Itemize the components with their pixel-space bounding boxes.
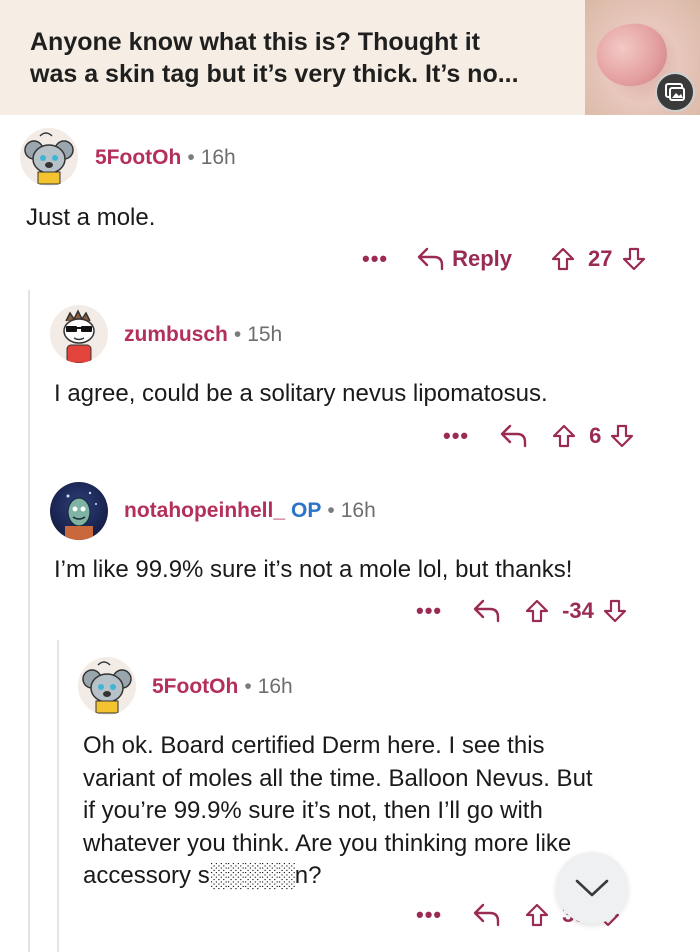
image-icon xyxy=(655,72,695,112)
upvote-arrow-icon xyxy=(553,424,576,448)
upvote-button[interactable] xyxy=(550,246,576,272)
comment-actions: ••• 6 xyxy=(443,419,635,453)
comment-body-line: Oh ok. Board certified Derm here. I see … xyxy=(83,732,545,759)
username[interactable]: 5FootOh xyxy=(152,675,238,698)
post-title-line-2: was a skin tag but it’s very thick. It’s… xyxy=(30,60,519,88)
reply-arrow-icon xyxy=(473,903,500,927)
reply-button[interactable]: Reply xyxy=(416,246,512,272)
vote-score: -34 xyxy=(562,598,594,623)
scroll-next-button[interactable] xyxy=(556,852,628,924)
comment-body: I agree, could be a solitary nevus lipom… xyxy=(54,380,548,407)
post-title-line-1: Anyone know what this is? Thought it xyxy=(30,28,480,56)
downvote-arrow-icon xyxy=(622,247,645,271)
comment-body: I’m like 99.9% sure it’s not a mole lol,… xyxy=(54,556,573,583)
timestamp: 16h xyxy=(257,675,293,698)
op-badge: OP xyxy=(291,499,322,522)
comment-body-line: variant of moles all the time. Balloon N… xyxy=(83,764,593,792)
comment-meta: notahopeinhell_ OP • 16h xyxy=(124,498,376,524)
downvote-arrow-icon xyxy=(603,599,627,623)
reply-label: Reply xyxy=(452,246,513,271)
upvote-arrow-icon xyxy=(526,599,549,623)
thread-line[interactable] xyxy=(57,640,59,952)
reply-button[interactable] xyxy=(499,423,529,449)
upvote-arrow-icon xyxy=(551,247,575,271)
post-thumbnail[interactable] xyxy=(585,0,700,115)
comment-meta: zumbusch • 15h xyxy=(124,322,282,348)
timestamp: 16h xyxy=(340,499,376,522)
post-title[interactable]: Anyone know what this is? Thought it was… xyxy=(30,26,570,90)
reply-button[interactable] xyxy=(472,902,502,928)
username[interactable]: zumbusch xyxy=(124,323,228,346)
avatar[interactable] xyxy=(50,305,108,363)
reply-arrow-icon xyxy=(417,247,444,271)
downvote-button[interactable] xyxy=(621,246,647,272)
username[interactable]: 5FootOh xyxy=(95,146,181,169)
separator-dot: • xyxy=(327,499,335,522)
timestamp: 15h xyxy=(247,323,283,346)
reply-arrow-icon xyxy=(473,599,500,623)
comment-actions: ••• -34 xyxy=(416,594,628,628)
more-options-button[interactable]: ••• xyxy=(416,902,442,928)
comment-actions: ••• Reply 27 xyxy=(362,242,647,276)
comment-body: Just a mole. xyxy=(26,204,156,231)
post-header[interactable]: Anyone know what this is? Thought it was… xyxy=(0,0,700,115)
thread-line[interactable] xyxy=(28,290,30,952)
upvote-arrow-icon xyxy=(526,903,549,927)
more-options-button[interactable]: ••• xyxy=(443,423,469,449)
reply-button[interactable] xyxy=(472,598,502,624)
avatar[interactable] xyxy=(50,482,108,540)
comment-meta: 5FootOh • 16h xyxy=(152,674,293,700)
more-options-button[interactable]: ••• xyxy=(416,598,442,624)
reply-arrow-icon xyxy=(500,424,527,448)
upvote-button[interactable] xyxy=(524,598,550,624)
avatar[interactable] xyxy=(20,128,78,186)
avatar[interactable] xyxy=(78,657,136,715)
separator-dot: • xyxy=(244,675,252,698)
comment-body-line: if you’re 99.9% sure it’s not, then I’ll… xyxy=(83,797,543,824)
comment-meta: 5FootOh • 16h xyxy=(95,145,236,171)
downvote-arrow-icon xyxy=(611,424,634,448)
separator-dot: • xyxy=(233,323,242,346)
downvote-button[interactable] xyxy=(609,423,635,449)
vote-score: 6 xyxy=(589,423,602,448)
vote-score: 27 xyxy=(588,246,613,271)
downvote-button[interactable] xyxy=(602,598,628,624)
more-options-button[interactable]: ••• xyxy=(362,246,388,272)
upvote-button[interactable] xyxy=(551,423,577,449)
username[interactable]: notahopeinhell_ xyxy=(124,499,285,522)
timestamp: 16h xyxy=(200,146,236,169)
upvote-button[interactable] xyxy=(524,902,550,928)
chevron-down-icon xyxy=(575,879,609,897)
separator-dot: • xyxy=(187,146,195,169)
